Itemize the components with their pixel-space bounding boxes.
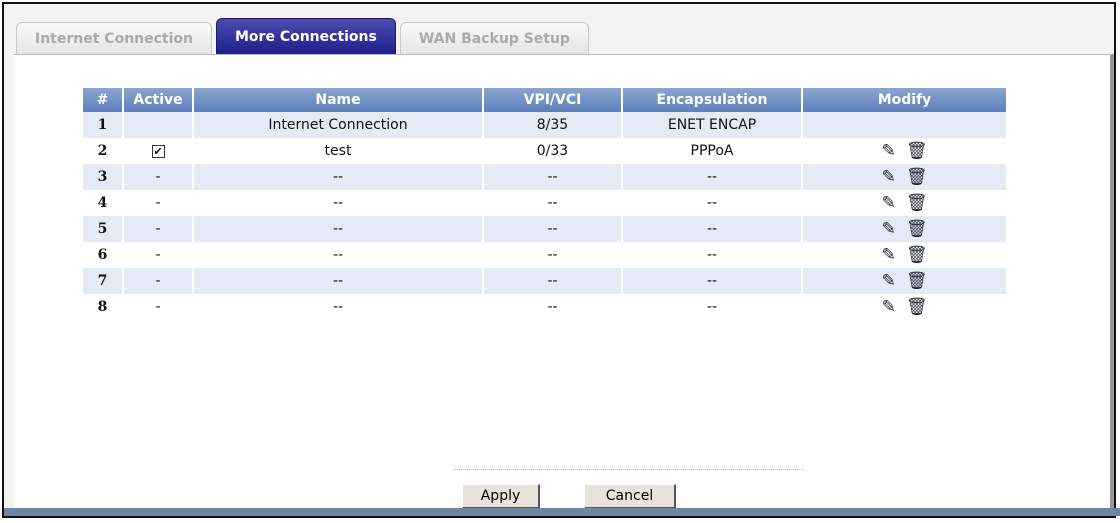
active-cell: -: [124, 190, 192, 216]
col-number: #: [83, 88, 122, 112]
table-row: 7 - -- -- -- ✎ 🗑: [83, 268, 1006, 294]
active-cell: -: [124, 294, 192, 320]
modify-cell: ✎ 🗑: [803, 268, 1006, 294]
encapsulation-cell: --: [623, 268, 801, 294]
delete-icon[interactable]: 🗑: [906, 297, 928, 317]
delete-icon[interactable]: 🗑: [906, 141, 928, 161]
tab-wan-backup-setup[interactable]: WAN Backup Setup: [399, 22, 589, 55]
vpi-vci-cell: --: [484, 216, 621, 242]
name-cell: test: [324, 143, 352, 159]
active-cell: -: [124, 268, 192, 294]
table-row: 6 - -- -- -- ✎ 🗑: [83, 242, 1006, 268]
active-value: -: [155, 273, 161, 289]
col-modify: Modify: [803, 88, 1006, 112]
vpi-vci-cell: --: [484, 164, 621, 190]
active-cell: -: [124, 216, 192, 242]
active-cell: ✔: [124, 138, 192, 164]
vpi-vci-cell: 0/33: [536, 143, 569, 159]
active-cell: [124, 112, 192, 138]
apply-button[interactable]: Apply: [462, 484, 540, 509]
edit-icon[interactable]: ✎: [882, 297, 896, 317]
divider: [454, 469, 804, 470]
active-value: -: [155, 247, 161, 263]
name-cell: --: [194, 216, 482, 242]
row-number: 7: [83, 268, 122, 294]
delete-icon[interactable]: 🗑: [906, 271, 928, 291]
content-panel: # Active Name VPI/VCI Encapsulation Modi…: [14, 54, 1114, 513]
vpi-vci-cell: --: [547, 247, 558, 263]
bottom-border: [4, 508, 1120, 516]
cancel-button[interactable]: Cancel: [584, 484, 676, 509]
name-cell: --: [194, 268, 482, 294]
name-cell: --: [194, 164, 482, 190]
table-row: 8 - -- -- -- ✎ 🗑: [83, 294, 1006, 320]
encapsulation-cell: --: [706, 299, 718, 315]
active-checkbox[interactable]: ✔: [151, 145, 165, 158]
row-number: 8: [97, 299, 108, 315]
edit-icon[interactable]: ✎: [882, 193, 896, 213]
table-row: 4 - -- -- -- ✎ 🗑: [83, 190, 1006, 216]
encapsulation-cell: PPPoA: [690, 143, 734, 159]
row-number: 4: [97, 195, 108, 211]
encapsulation-cell: --: [623, 164, 801, 190]
name-cell: --: [332, 195, 344, 211]
table-row: 1 Internet Connection 8/35 ENET ENCAP: [83, 112, 1006, 138]
connections-table: # Active Name VPI/VCI Encapsulation Modi…: [81, 88, 1008, 320]
row-number: 2: [97, 143, 108, 159]
modify-cell: ✎ 🗑: [803, 242, 1006, 268]
tab-internet-connection[interactable]: Internet Connection: [16, 22, 212, 55]
col-encapsulation: Encapsulation: [623, 88, 801, 112]
edit-icon[interactable]: ✎: [882, 219, 896, 239]
delete-icon[interactable]: 🗑: [906, 219, 928, 239]
active-value: -: [155, 221, 161, 237]
modify-cell: ✎ 🗑: [803, 294, 1006, 320]
vpi-vci-cell: --: [547, 195, 558, 211]
name-cell: --: [332, 299, 344, 315]
table-row: 2 ✔ test 0/33 PPPoA ✎ 🗑: [83, 138, 1006, 164]
modify-cell: ✎ 🗑: [803, 190, 1006, 216]
col-vpi-vci: VPI/VCI: [484, 88, 621, 112]
active-cell: -: [124, 164, 192, 190]
tab-more-connections[interactable]: More Connections: [216, 18, 396, 55]
active-value: -: [155, 169, 161, 185]
vpi-vci-cell: 8/35: [484, 112, 621, 138]
encapsulation-cell: --: [706, 195, 718, 211]
delete-icon[interactable]: 🗑: [906, 167, 928, 187]
vpi-vci-cell: --: [547, 299, 558, 315]
active-value: -: [155, 195, 161, 211]
active-value: -: [155, 299, 161, 315]
row-number: 1: [83, 112, 122, 138]
delete-icon[interactable]: 🗑: [906, 193, 928, 213]
row-number: 6: [97, 247, 108, 263]
encapsulation-cell: ENET ENCAP: [623, 112, 801, 138]
vpi-vci-cell: --: [484, 268, 621, 294]
row-number: 5: [83, 216, 122, 242]
active-cell: -: [124, 242, 192, 268]
modify-cell: ✎ 🗑: [803, 216, 1006, 242]
row-number: 3: [83, 164, 122, 190]
tab-bar: Internet Connection More Connections WAN…: [16, 18, 589, 55]
edit-icon[interactable]: ✎: [882, 141, 896, 161]
edit-icon[interactable]: ✎: [882, 167, 896, 187]
table-row: 5 - -- -- -- ✎ 🗑: [83, 216, 1006, 242]
edit-icon[interactable]: ✎: [882, 271, 896, 291]
col-active: Active: [124, 88, 192, 112]
table-row: 3 - -- -- -- ✎ 🗑: [83, 164, 1006, 190]
encapsulation-cell: --: [623, 216, 801, 242]
name-cell: --: [332, 247, 344, 263]
modify-cell: ✎ 🗑: [803, 138, 1006, 164]
encapsulation-cell: --: [706, 247, 718, 263]
col-name: Name: [194, 88, 482, 112]
edit-icon[interactable]: ✎: [882, 245, 896, 265]
modify-cell: ✎ 🗑: [803, 164, 1006, 190]
window-frame: Internet Connection More Connections WAN…: [2, 2, 1120, 518]
modify-cell: [803, 112, 1006, 138]
delete-icon[interactable]: 🗑: [906, 245, 928, 265]
name-cell: Internet Connection: [194, 112, 482, 138]
